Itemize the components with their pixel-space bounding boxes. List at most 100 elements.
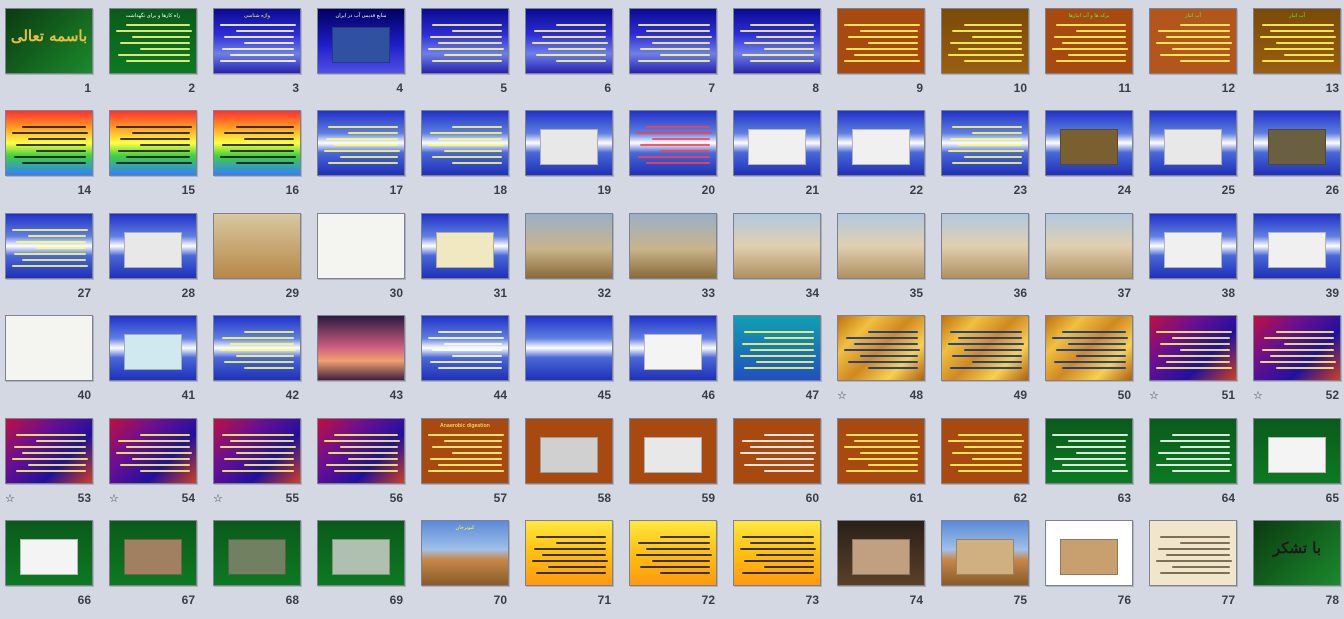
slide-preview[interactable]: برکه ها و آب انبارها	[1045, 8, 1133, 74]
slide-preview[interactable]	[213, 315, 301, 381]
slide-thumbnail-29[interactable]: 29	[213, 213, 301, 300]
slide-preview[interactable]	[213, 110, 301, 176]
slide-preview[interactable]	[733, 8, 821, 74]
slide-preview[interactable]	[1253, 418, 1341, 484]
slide-preview[interactable]	[941, 520, 1029, 586]
slide-preview[interactable]	[109, 315, 197, 381]
slide-preview[interactable]	[317, 418, 405, 484]
slide-preview[interactable]	[941, 110, 1029, 176]
slide-preview[interactable]	[1045, 213, 1133, 279]
slide-preview[interactable]	[5, 520, 93, 586]
slide-thumbnail-27[interactable]: 27	[5, 213, 93, 300]
slide-preview[interactable]: منابع قدیمی آب در ایران	[317, 8, 405, 74]
slide-preview[interactable]	[5, 315, 93, 381]
slide-thumbnail-60[interactable]: 60	[733, 418, 821, 505]
slide-thumbnail-25[interactable]: 25	[1149, 110, 1237, 197]
star-icon[interactable]: ☆	[109, 492, 119, 505]
slide-thumbnail-61[interactable]: 61	[837, 418, 925, 505]
slide-thumbnail-74[interactable]: 74	[837, 520, 925, 607]
slide-thumbnail-11[interactable]: برکه ها و آب انبارها 11	[1045, 8, 1133, 95]
slide-preview[interactable]: راه کارها و برای نگهداشت	[109, 8, 197, 74]
slide-thumbnail-23[interactable]: 23	[941, 110, 1029, 197]
slide-thumbnail-1[interactable]: باسمه تعالی 1	[5, 8, 93, 95]
slide-thumbnail-47[interactable]: 47	[733, 315, 821, 402]
slide-thumbnail-9[interactable]: 9	[837, 8, 925, 95]
slide-thumbnail-50[interactable]: 50	[1045, 315, 1133, 402]
slide-thumbnail-5[interactable]: 5	[421, 8, 509, 95]
slide-preview[interactable]	[317, 213, 405, 279]
slide-thumbnail-10[interactable]: 10	[941, 8, 1029, 95]
slide-preview[interactable]	[5, 418, 93, 484]
slide-thumbnail-37[interactable]: 37	[1045, 213, 1133, 300]
star-icon[interactable]: ☆	[213, 492, 223, 505]
slide-preview[interactable]	[1045, 110, 1133, 176]
slide-thumbnail-70[interactable]: کبوترخان 70	[421, 520, 509, 607]
slide-thumbnail-78[interactable]: با تشکر 78	[1253, 520, 1341, 607]
slide-thumbnail-28[interactable]: 28	[109, 213, 197, 300]
slide-thumbnail-40[interactable]: 40	[5, 315, 93, 402]
slide-preview[interactable]	[421, 213, 509, 279]
slide-preview[interactable]	[941, 315, 1029, 381]
slide-thumbnail-3[interactable]: واژه شناسی 3	[213, 8, 301, 95]
slide-preview[interactable]	[109, 520, 197, 586]
slide-thumbnail-75[interactable]: 75	[941, 520, 1029, 607]
slide-preview[interactable]	[1149, 520, 1237, 586]
slide-thumbnail-21[interactable]: 21	[733, 110, 821, 197]
slide-thumbnail-13[interactable]: آب انبار 13	[1253, 8, 1341, 95]
slide-thumbnail-77[interactable]: 77	[1149, 520, 1237, 607]
slide-preview[interactable]	[733, 315, 821, 381]
slide-preview[interactable]	[525, 8, 613, 74]
slide-thumbnail-19[interactable]: 19	[525, 110, 613, 197]
slide-thumbnail-55[interactable]: ☆ 55	[213, 418, 301, 505]
slide-preview[interactable]	[1253, 110, 1341, 176]
slide-thumbnail-24[interactable]: 24	[1045, 110, 1133, 197]
slide-thumbnail-17[interactable]: 17	[317, 110, 405, 197]
slide-preview[interactable]	[5, 110, 93, 176]
slide-preview[interactable]	[733, 213, 821, 279]
slide-thumbnail-65[interactable]: 65	[1253, 418, 1341, 505]
slide-thumbnail-7[interactable]: 7	[629, 8, 717, 95]
slide-preview[interactable]	[421, 315, 509, 381]
slide-thumbnail-41[interactable]: 41	[109, 315, 197, 402]
slide-thumbnail-15[interactable]: 15	[109, 110, 197, 197]
slide-preview[interactable]: واژه شناسی	[213, 8, 301, 74]
slide-thumbnail-63[interactable]: 63	[1045, 418, 1133, 505]
slide-thumbnail-18[interactable]: 18	[421, 110, 509, 197]
slide-thumbnail-42[interactable]: 42	[213, 315, 301, 402]
slide-thumbnail-34[interactable]: 34	[733, 213, 821, 300]
slide-thumbnail-62[interactable]: 62	[941, 418, 1029, 505]
slide-preview[interactable]	[213, 418, 301, 484]
slide-preview[interactable]	[1149, 418, 1237, 484]
slide-preview[interactable]	[317, 520, 405, 586]
slide-preview[interactable]: کبوترخان	[421, 520, 509, 586]
slide-preview[interactable]	[109, 418, 197, 484]
slide-thumbnail-52[interactable]: ☆ 52	[1253, 315, 1341, 402]
slide-thumbnail-73[interactable]: 73	[733, 520, 821, 607]
slide-preview[interactable]	[941, 8, 1029, 74]
slide-thumbnail-64[interactable]: 64	[1149, 418, 1237, 505]
slide-thumbnail-36[interactable]: 36	[941, 213, 1029, 300]
slide-thumbnail-66[interactable]: 66	[5, 520, 93, 607]
slide-thumbnail-54[interactable]: ☆ 54	[109, 418, 197, 505]
slide-preview[interactable]	[941, 418, 1029, 484]
slide-preview[interactable]	[837, 418, 925, 484]
slide-preview[interactable]: باسمه تعالی	[5, 8, 93, 74]
slide-preview[interactable]	[837, 520, 925, 586]
slide-preview[interactable]	[1149, 213, 1237, 279]
slide-preview[interactable]	[317, 315, 405, 381]
slide-thumbnail-76[interactable]: 76	[1045, 520, 1133, 607]
slide-preview[interactable]	[525, 418, 613, 484]
slide-preview[interactable]	[733, 520, 821, 586]
slide-preview[interactable]	[421, 8, 509, 74]
slide-thumbnail-35[interactable]: 35	[837, 213, 925, 300]
slide-preview[interactable]	[629, 213, 717, 279]
slide-preview[interactable]	[1253, 213, 1341, 279]
slide-preview[interactable]	[317, 110, 405, 176]
slide-preview[interactable]: آب انبار	[1253, 8, 1341, 74]
slide-thumbnail-59[interactable]: 59	[629, 418, 717, 505]
slide-thumbnail-26[interactable]: 26	[1253, 110, 1341, 197]
slide-thumbnail-44[interactable]: 44	[421, 315, 509, 402]
slide-preview[interactable]	[213, 213, 301, 279]
slide-thumbnail-56[interactable]: 56	[317, 418, 405, 505]
slide-thumbnail-30[interactable]: 30	[317, 213, 405, 300]
